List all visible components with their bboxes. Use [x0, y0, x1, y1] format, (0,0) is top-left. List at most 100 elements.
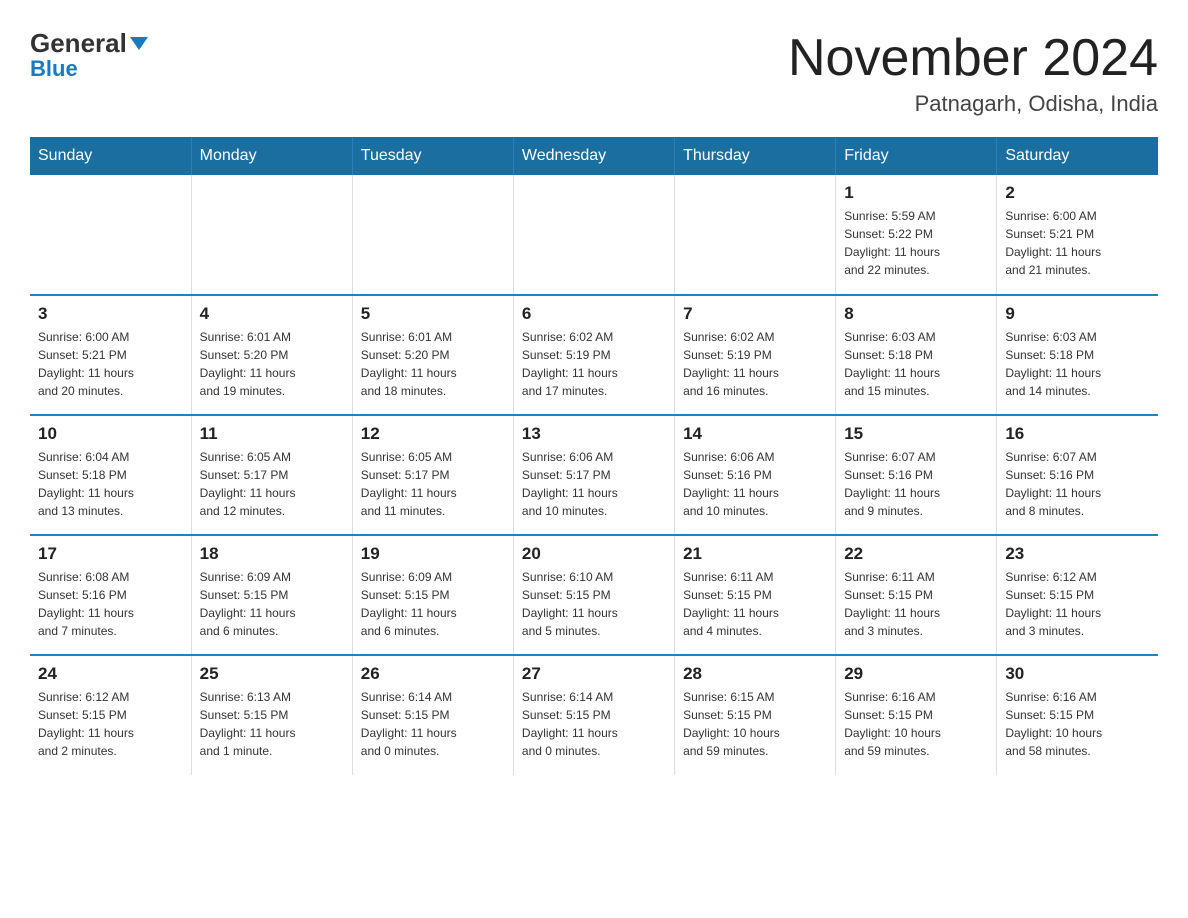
day-number: 8	[844, 304, 988, 324]
table-row: 29Sunrise: 6:16 AM Sunset: 5:15 PM Dayli…	[836, 655, 997, 775]
header-friday: Friday	[836, 137, 997, 175]
table-row: 24 Sunrise: 6:12 AM Sunset: 5:15 PM Dayli…	[30, 655, 191, 775]
header-tuesday: Tuesday	[352, 137, 513, 175]
table-row: 17Sunrise: 6:08 AM Sunset: 5:16 PM Dayli…	[30, 535, 191, 655]
day-number: 6	[522, 304, 666, 324]
table-row: 4 Sunrise: 6:01 AM Sunset: 5:20 PM Daylig…	[191, 295, 352, 415]
day-info: Sunrise: 6:01 AM Sunset: 5:20 PM Dayligh…	[200, 328, 344, 400]
header-sunday: Sunday	[30, 137, 191, 175]
day-number: 12	[361, 424, 505, 444]
day-number: 16	[1005, 424, 1150, 444]
day-number: 11	[200, 424, 344, 444]
day-info: Sunrise: 5:59 AM Sunset: 5:22 PM Dayligh…	[844, 207, 988, 279]
day-info: Sunrise: 6:13 AM Sunset: 5:15 PM Dayligh…	[200, 688, 344, 760]
header-saturday: Saturday	[997, 137, 1158, 175]
day-info: Sunrise: 6:07 AM Sunset: 5:16 PM Dayligh…	[844, 448, 988, 520]
table-row	[352, 175, 513, 295]
calendar-week-row: 1 Sunrise: 5:59 AM Sunset: 5:22 PM Daylig…	[30, 175, 1158, 295]
table-row: 9 Sunrise: 6:03 AM Sunset: 5:18 PM Daylig…	[997, 295, 1158, 415]
day-number: 9	[1005, 304, 1150, 324]
day-info: Sunrise: 6:16 AM Sunset: 5:15 PM Dayligh…	[1005, 688, 1150, 760]
logo-general: General	[30, 30, 148, 56]
table-row: 27 Sunrise: 6:14 AM Sunset: 5:15 PM Dayli…	[513, 655, 674, 775]
day-info: Sunrise: 6:11 AM Sunset: 5:15 PM Dayligh…	[844, 568, 988, 640]
day-number: 18	[200, 544, 344, 564]
table-row: 11 Sunrise: 6:05 AM Sunset: 5:17 PM Dayli…	[191, 415, 352, 535]
day-number: 22	[844, 544, 988, 564]
day-number: 21	[683, 544, 827, 564]
day-info: Sunrise: 6:00 AM Sunset: 5:21 PM Dayligh…	[38, 328, 183, 400]
day-info: Sunrise: 6:03 AM Sunset: 5:18 PM Dayligh…	[844, 328, 988, 400]
table-row: 28 Sunrise: 6:15 AM Sunset: 5:15 PM Dayli…	[675, 655, 836, 775]
day-number: 27	[522, 664, 666, 684]
table-row: 18 Sunrise: 6:09 AM Sunset: 5:15 PM Dayli…	[191, 535, 352, 655]
table-row	[675, 175, 836, 295]
day-number: 13	[522, 424, 666, 444]
page-header: General Blue November 2024 Patnagarh, Od…	[30, 30, 1158, 117]
day-info: Sunrise: 6:05 AM Sunset: 5:17 PM Dayligh…	[200, 448, 344, 520]
day-info: Sunrise: 6:06 AM Sunset: 5:17 PM Dayligh…	[522, 448, 666, 520]
day-info: Sunrise: 6:07 AM Sunset: 5:16 PM Dayligh…	[1005, 448, 1150, 520]
day-number: 17	[38, 544, 183, 564]
day-number: 26	[361, 664, 505, 684]
day-number: 29	[844, 664, 988, 684]
table-row: 20Sunrise: 6:10 AM Sunset: 5:15 PM Dayli…	[513, 535, 674, 655]
table-row: 22 Sunrise: 6:11 AM Sunset: 5:15 PM Dayli…	[836, 535, 997, 655]
day-info: Sunrise: 6:02 AM Sunset: 5:19 PM Dayligh…	[683, 328, 827, 400]
table-row: 25Sunrise: 6:13 AM Sunset: 5:15 PM Dayli…	[191, 655, 352, 775]
day-info: Sunrise: 6:05 AM Sunset: 5:17 PM Dayligh…	[361, 448, 505, 520]
day-number: 3	[38, 304, 183, 324]
logo-triangle-icon	[130, 37, 148, 50]
calendar-week-row: 17Sunrise: 6:08 AM Sunset: 5:16 PM Dayli…	[30, 535, 1158, 655]
day-number: 1	[844, 183, 988, 203]
day-number: 28	[683, 664, 827, 684]
day-info: Sunrise: 6:01 AM Sunset: 5:20 PM Dayligh…	[361, 328, 505, 400]
day-info: Sunrise: 6:03 AM Sunset: 5:18 PM Dayligh…	[1005, 328, 1150, 400]
day-info: Sunrise: 6:15 AM Sunset: 5:15 PM Dayligh…	[683, 688, 827, 760]
day-number: 15	[844, 424, 988, 444]
table-row	[30, 175, 191, 295]
table-row	[513, 175, 674, 295]
logo-blue: Blue	[30, 58, 78, 80]
day-number: 24	[38, 664, 183, 684]
day-number: 7	[683, 304, 827, 324]
location-title: Patnagarh, Odisha, India	[788, 91, 1158, 117]
day-number: 19	[361, 544, 505, 564]
day-info: Sunrise: 6:06 AM Sunset: 5:16 PM Dayligh…	[683, 448, 827, 520]
table-row: 26Sunrise: 6:14 AM Sunset: 5:15 PM Dayli…	[352, 655, 513, 775]
table-row: 3 Sunrise: 6:00 AM Sunset: 5:21 PM Daylig…	[30, 295, 191, 415]
table-row: 23 Sunrise: 6:12 AM Sunset: 5:15 PM Dayli…	[997, 535, 1158, 655]
day-info: Sunrise: 6:11 AM Sunset: 5:15 PM Dayligh…	[683, 568, 827, 640]
calendar-week-row: 3 Sunrise: 6:00 AM Sunset: 5:21 PM Daylig…	[30, 295, 1158, 415]
header-wednesday: Wednesday	[513, 137, 674, 175]
table-row: 30 Sunrise: 6:16 AM Sunset: 5:15 PM Dayli…	[997, 655, 1158, 775]
table-row: 10 Sunrise: 6:04 AM Sunset: 5:18 PM Dayli…	[30, 415, 191, 535]
day-info: Sunrise: 6:10 AM Sunset: 5:15 PM Dayligh…	[522, 568, 666, 640]
logo: General Blue	[30, 30, 148, 80]
table-row: 7 Sunrise: 6:02 AM Sunset: 5:19 PM Daylig…	[675, 295, 836, 415]
day-number: 10	[38, 424, 183, 444]
table-row: 19Sunrise: 6:09 AM Sunset: 5:15 PM Dayli…	[352, 535, 513, 655]
day-info: Sunrise: 6:12 AM Sunset: 5:15 PM Dayligh…	[1005, 568, 1150, 640]
table-row: 1 Sunrise: 5:59 AM Sunset: 5:22 PM Daylig…	[836, 175, 997, 295]
table-row: 5Sunrise: 6:01 AM Sunset: 5:20 PM Daylig…	[352, 295, 513, 415]
day-number: 23	[1005, 544, 1150, 564]
table-row: 13 Sunrise: 6:06 AM Sunset: 5:17 PM Dayli…	[513, 415, 674, 535]
weekday-header-row: Sunday Monday Tuesday Wednesday Thursday…	[30, 137, 1158, 175]
day-info: Sunrise: 6:09 AM Sunset: 5:15 PM Dayligh…	[200, 568, 344, 640]
calendar-week-row: 24 Sunrise: 6:12 AM Sunset: 5:15 PM Dayli…	[30, 655, 1158, 775]
calendar-table: Sunday Monday Tuesday Wednesday Thursday…	[30, 137, 1158, 775]
day-info: Sunrise: 6:12 AM Sunset: 5:15 PM Dayligh…	[38, 688, 183, 760]
header-thursday: Thursday	[675, 137, 836, 175]
day-info: Sunrise: 6:14 AM Sunset: 5:15 PM Dayligh…	[522, 688, 666, 760]
day-number: 30	[1005, 664, 1150, 684]
day-info: Sunrise: 6:04 AM Sunset: 5:18 PM Dayligh…	[38, 448, 183, 520]
header-monday: Monday	[191, 137, 352, 175]
table-row: 6Sunrise: 6:02 AM Sunset: 5:19 PM Daylig…	[513, 295, 674, 415]
table-row: 16 Sunrise: 6:07 AM Sunset: 5:16 PM Dayli…	[997, 415, 1158, 535]
day-number: 4	[200, 304, 344, 324]
day-number: 14	[683, 424, 827, 444]
title-section: November 2024 Patnagarh, Odisha, India	[788, 30, 1158, 117]
table-row: 12 Sunrise: 6:05 AM Sunset: 5:17 PM Dayli…	[352, 415, 513, 535]
table-row: 2Sunrise: 6:00 AM Sunset: 5:21 PM Daylig…	[997, 175, 1158, 295]
